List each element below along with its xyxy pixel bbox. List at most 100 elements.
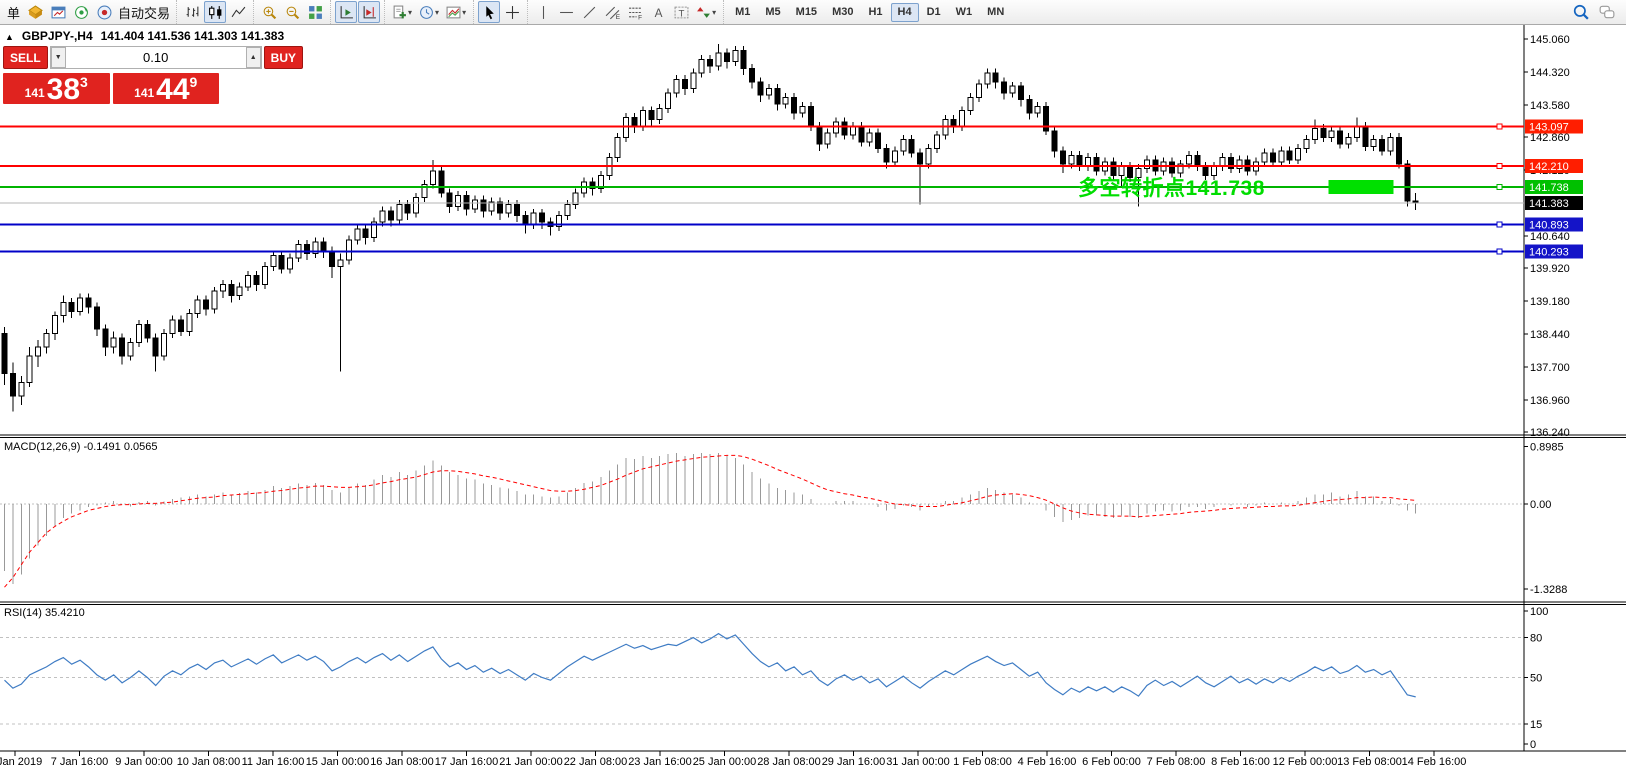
collapse-triangle-icon[interactable]: ▲ <box>5 32 14 42</box>
sell-price-display[interactable]: 141 38 3 <box>3 73 110 104</box>
candle <box>430 171 435 184</box>
volume-input[interactable] <box>66 47 246 68</box>
symbol-period-label: GBPJPY-,H4 <box>22 29 93 43</box>
candle <box>1321 129 1326 138</box>
equidistant-channel-icon[interactable]: E <box>601 1 623 23</box>
svg-text:13 Feb 08:00: 13 Feb 08:00 <box>1337 756 1402 768</box>
templates-icon[interactable]: ▾ <box>443 1 469 23</box>
cursor-icon[interactable] <box>478 1 500 23</box>
price-axis[interactable]: 145.060144.320143.580142.860142.120140.6… <box>1524 34 1570 439</box>
rsi-axis[interactable]: 1008050150 <box>1524 606 1548 751</box>
candle <box>850 126 855 135</box>
svg-text:4 Feb 16:00: 4 Feb 16:00 <box>1018 756 1077 768</box>
buy-button[interactable]: BUY <box>264 46 303 69</box>
svg-text:143.580: 143.580 <box>1530 100 1570 112</box>
toolbar-group-standard: 单 自动交易 <box>0 0 176 24</box>
candle <box>120 338 125 356</box>
timeframe-H4[interactable]: H4 <box>891 3 919 22</box>
zoom-in-icon[interactable] <box>258 1 280 23</box>
orders-icon[interactable]: 单 <box>4 1 23 23</box>
sell-price-pip: 3 <box>80 74 88 90</box>
indicators-icon[interactable]: ▾ <box>389 1 415 23</box>
horizontal-line-icon[interactable] <box>555 1 577 23</box>
text-icon[interactable]: A <box>647 1 669 23</box>
candle <box>1060 151 1065 164</box>
line-anchor-handle[interactable] <box>1497 185 1502 190</box>
candle <box>716 53 721 66</box>
svg-text:0.00: 0.00 <box>1530 499 1551 511</box>
timeframe-W1[interactable]: W1 <box>949 3 980 22</box>
text-label-icon[interactable]: T <box>670 1 692 23</box>
timeframe-M1[interactable]: M1 <box>728 3 757 22</box>
autoscroll-icon[interactable] <box>335 1 357 23</box>
chevron-down-icon: ▾ <box>435 8 439 17</box>
buy-price-big-digits: 44 <box>156 76 189 103</box>
fibonacci-icon[interactable]: F <box>624 1 646 23</box>
chat-icon[interactable] <box>1596 1 1618 23</box>
crosshair-icon[interactable] <box>501 1 523 23</box>
buy-price-display[interactable]: 141 44 9 <box>113 73 220 104</box>
green-highlight-rect[interactable] <box>1329 180 1394 194</box>
time-axis[interactable]: 4 Jan 20197 Jan 16:009 Jan 00:0010 Jan 0… <box>0 751 1466 768</box>
candle <box>27 356 32 383</box>
candle <box>414 198 419 214</box>
horizontal-lines[interactable] <box>0 124 1524 254</box>
candle <box>111 338 116 347</box>
volume-decrease-button[interactable]: ▼ <box>51 47 66 68</box>
pivot-annotation-text[interactable]: 多空转折点141.738 <box>1078 172 1265 202</box>
tile-windows-icon[interactable] <box>304 1 326 23</box>
autotrading-label[interactable]: 自动交易 <box>116 3 172 22</box>
timeframe-MN[interactable]: MN <box>980 3 1011 22</box>
svg-text:8 Feb 16:00: 8 Feb 16:00 <box>1211 756 1270 768</box>
sell-price-prefix: 141 <box>25 86 45 100</box>
candle <box>397 204 402 220</box>
timeframe-M30[interactable]: M30 <box>825 3 860 22</box>
candle <box>876 133 881 149</box>
new-order-icon[interactable] <box>24 1 46 23</box>
candle <box>825 133 830 144</box>
timeframe-M15[interactable]: M15 <box>789 3 824 22</box>
timeframe-H1[interactable]: H1 <box>861 3 889 22</box>
candle <box>976 84 981 97</box>
trendline-icon[interactable] <box>578 1 600 23</box>
bar-chart-icon[interactable] <box>181 1 203 23</box>
candle <box>145 325 150 338</box>
timeframe-buttons: M1M5M15M30H1H4D1W1MN <box>723 0 1015 24</box>
line-anchor-handle[interactable] <box>1497 124 1502 129</box>
new-chart-icon[interactable] <box>47 1 69 23</box>
candle <box>960 111 965 127</box>
line-anchor-handle[interactable] <box>1497 163 1502 168</box>
zoom-out-icon[interactable] <box>281 1 303 23</box>
chart-shift-icon[interactable] <box>358 1 380 23</box>
macd-axis[interactable]: 0.89850.00-1.3288 <box>1524 441 1567 596</box>
sell-button[interactable]: SELL <box>3 46 48 69</box>
line-chart-icon[interactable] <box>227 1 249 23</box>
svg-text:140.293: 140.293 <box>1529 246 1569 258</box>
arrows-icon[interactable]: ▾ <box>693 1 719 23</box>
timeframe-M5[interactable]: M5 <box>758 3 787 22</box>
candlestick-chart-icon[interactable] <box>204 1 226 23</box>
autotrading-icon[interactable] <box>93 1 115 23</box>
periods-icon[interactable]: ▾ <box>416 1 442 23</box>
candle <box>162 334 167 356</box>
candle <box>1287 151 1292 160</box>
candle <box>792 97 797 113</box>
panel-frame[interactable] <box>0 25 1626 751</box>
chevron-down-icon: ▾ <box>408 8 412 17</box>
line-anchor-handle[interactable] <box>1497 222 1502 227</box>
volume-increase-button[interactable]: ▲ <box>246 47 261 68</box>
line-anchor-handle[interactable] <box>1497 249 1502 254</box>
candle <box>523 215 528 224</box>
vertical-line-icon[interactable] <box>532 1 554 23</box>
chart-plot-area[interactable]: 145.060144.320143.580142.860142.120140.6… <box>0 0 1626 772</box>
svg-text:25 Jan 00:00: 25 Jan 00:00 <box>693 756 757 768</box>
candle <box>1052 131 1057 151</box>
timeframe-D1[interactable]: D1 <box>920 3 948 22</box>
candle <box>615 137 620 157</box>
signals-icon[interactable] <box>70 1 92 23</box>
candle <box>10 374 15 396</box>
svg-text:F: F <box>638 14 642 20</box>
svg-text:10 Jan 08:00: 10 Jan 08:00 <box>177 756 241 768</box>
search-icon[interactable] <box>1570 1 1592 23</box>
svg-text:50: 50 <box>1530 673 1542 685</box>
